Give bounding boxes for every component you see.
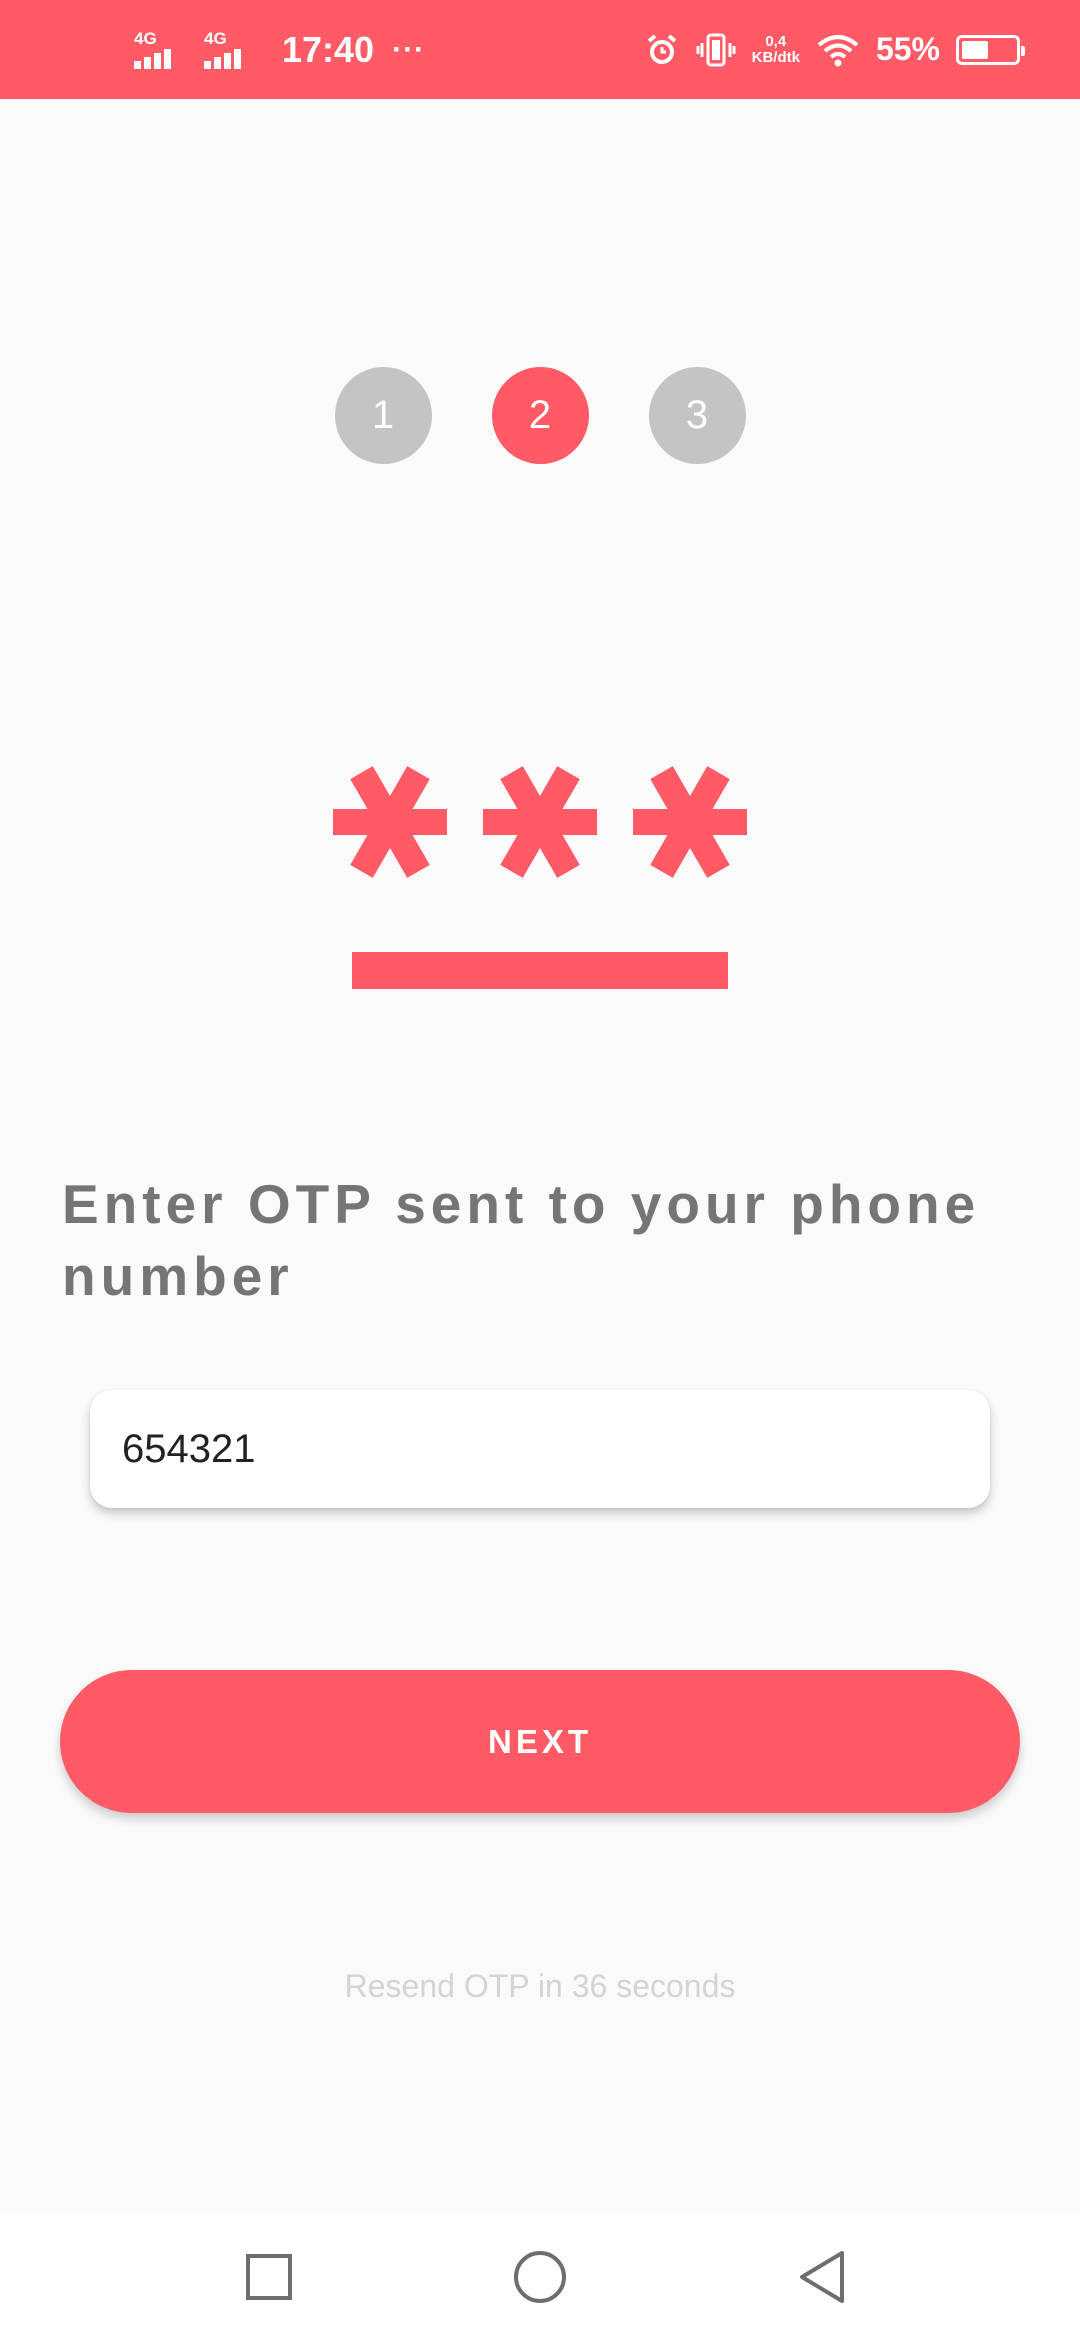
clock-time: 17:40: [282, 28, 375, 70]
next-button[interactable]: NEXT: [60, 1670, 1020, 1813]
wifi-icon: [817, 34, 859, 66]
speed-value: 0,4: [765, 32, 787, 50]
step-3: 3: [648, 367, 746, 464]
speed-unit: KB/dtk: [751, 48, 800, 66]
step-1: 1: [334, 367, 432, 464]
network-speed: 0,4 KB/dtk: [751, 32, 800, 66]
back-triangle-icon: [800, 2251, 844, 2303]
vibrate-icon: [696, 33, 736, 66]
step-indicator: 1 2 3: [0, 367, 1080, 464]
battery-percent: 55%: [875, 31, 940, 67]
page-title: Enter OTP sent to your phone number: [62, 1173, 981, 1307]
otp-password-icon: [333, 766, 747, 989]
home-circle-icon: [514, 2251, 566, 2303]
otp-input[interactable]: [90, 1390, 990, 1508]
back-button[interactable]: [752, 2214, 892, 2340]
home-button[interactable]: [470, 2214, 610, 2340]
recents-button[interactable]: [199, 2214, 339, 2340]
status-bar-right: 0,4 KB/dtk 55%: [644, 0, 1025, 99]
step-2-active: 2: [491, 367, 589, 464]
alarm-icon: [647, 33, 676, 64]
status-bar-left: 4G 4G 17:40 ···: [134, 0, 425, 99]
signal-icon-sim2: 4G: [204, 28, 262, 69]
system-nav-bar: [0, 2214, 1080, 2340]
network-type-label: 4G: [204, 28, 227, 48]
network-type-label: 4G: [134, 28, 157, 48]
more-notifications-icon: ···: [392, 32, 426, 66]
resend-otp-countdown: Resend OTP in 36 seconds: [344, 1968, 736, 2004]
battery-icon: [956, 34, 1025, 65]
status-bar: 4G 4G 17:40 ··· 0,4 KB/dtk 55%: [0, 0, 1080, 99]
recents-square-icon: [246, 2254, 292, 2300]
signal-icon-sim1: 4G: [134, 28, 192, 69]
